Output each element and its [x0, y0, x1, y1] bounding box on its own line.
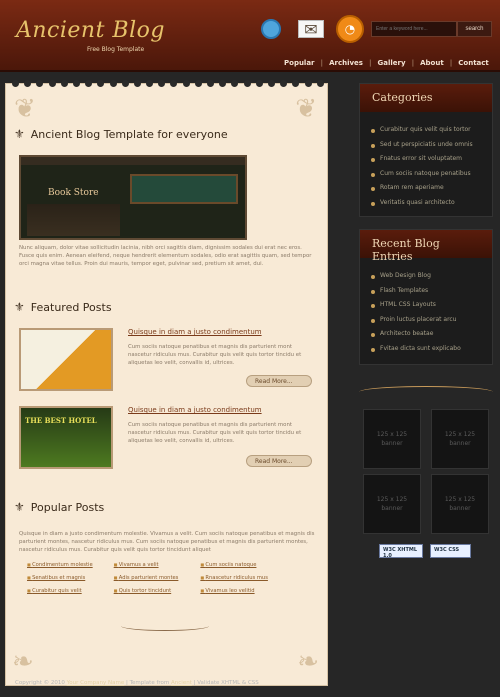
recent-link[interactable]: Proin luctus placerat arcu — [360, 316, 492, 331]
recent-link[interactable]: HTML CSS Layouts — [360, 301, 492, 316]
popular-link[interactable]: Rnascetur ridiculus mus — [200, 575, 287, 581]
popular-link[interactable]: Cum sociis natoque — [200, 562, 287, 568]
fleur-de-lis-icon: ⚜ — [14, 500, 25, 514]
fleur-de-lis-icon: ⚜ — [14, 127, 25, 141]
post-thumbnail[interactable] — [19, 328, 113, 391]
popular-link[interactable]: Curabitur quis velit — [27, 588, 114, 594]
company-link[interactable]: Your Company Name — [67, 680, 125, 686]
recent-link[interactable]: Flash Templates — [360, 287, 492, 302]
category-link[interactable]: Rotam rem aperiame — [360, 184, 492, 199]
post-title[interactable]: Quisque in diam a justo condimentum — [128, 406, 262, 414]
rss-icon[interactable]: ◔ — [336, 15, 364, 43]
recent-title: Recent Blog Entries — [360, 230, 492, 263]
ornament-icon: ❧ — [12, 647, 34, 677]
recent-link[interactable]: Fvitae dicta sunt explicabo — [360, 345, 492, 360]
main-heading: ⚜ Ancient Blog Template for everyone — [14, 127, 228, 141]
paper-holes — [12, 80, 324, 88]
popular-link[interactable]: Senatibus et magnis — [27, 575, 114, 581]
shelf-shape — [27, 204, 120, 236]
post-excerpt: Cum sociis natoque penatibus et magnis d… — [128, 422, 302, 444]
store-label: Book Store — [48, 188, 99, 198]
mail-icon[interactable]: ✉ — [298, 20, 324, 39]
post-excerpt: Cum sociis natoque penatibus et magnis d… — [128, 344, 302, 366]
twitter-bird-icon[interactable] — [256, 15, 286, 43]
popular-link[interactable]: Adis parturient montes — [114, 575, 201, 581]
popular-links: Condimentum molestie Senatibus et magnis C… — [27, 562, 287, 601]
tagline: Free Blog Template — [87, 46, 145, 53]
main-nav: Popular | Archives | Gallery | About | Conta… — [278, 57, 500, 69]
template-link[interactable]: Ancient — [171, 680, 192, 686]
popular-heading: ⚜ Popular Posts — [14, 500, 105, 514]
read-more-button[interactable]: Read More... — [246, 455, 312, 467]
ornament-icon: ❦ — [295, 94, 317, 124]
category-link[interactable]: Cum sociis natoque penatibus — [360, 170, 492, 185]
xhtml-badge[interactable]: W3C XHTML 1.0 — [379, 544, 423, 559]
fleur-de-lis-icon: ⚜ — [14, 300, 25, 314]
recent-link[interactable]: Web Design Blog — [360, 272, 492, 287]
search-button[interactable]: search — [457, 21, 492, 37]
categories-title: Categories — [360, 84, 492, 112]
popular-paragraph: Quisque in diam a justo condimentum mole… — [19, 531, 315, 553]
nav-gallery[interactable]: Gallery — [372, 59, 412, 67]
sidebar-divider — [359, 386, 493, 398]
thumb-text: THE BEST HOTEL — [25, 416, 97, 425]
bookstore-image: Book Store — [19, 155, 247, 240]
popular-link[interactable]: Condimentum molestie — [27, 562, 114, 568]
nav-contact[interactable]: Contact — [452, 59, 495, 67]
recent-box: Recent Blog Entries Web Design Blog Flas… — [359, 229, 493, 365]
ad-banner[interactable]: 125 x 125 banner — [431, 409, 489, 469]
css-badge[interactable]: W3C CSS — [430, 544, 471, 558]
category-link[interactable]: Sed ut perspiciatis unde omnis — [360, 141, 492, 156]
category-link[interactable]: Veritatis quasi architecto — [360, 199, 492, 214]
recent-link[interactable]: Architecto beatae — [360, 330, 492, 345]
category-link[interactable]: Fnatus error sit voluptatem — [360, 155, 492, 170]
ad-banner[interactable]: 125 x 125 banner — [363, 474, 421, 534]
flourish-divider — [121, 621, 209, 631]
nav-archives[interactable]: Archives — [323, 59, 369, 67]
intro-paragraph: Nunc aliquam, dolor vitae sollicitudin l… — [19, 245, 312, 267]
popular-link[interactable]: Vivamus leo velitid — [200, 588, 287, 594]
popular-link[interactable]: Quis tortor tincidunt — [114, 588, 201, 594]
featured-heading: ⚜ Featured Posts — [14, 300, 112, 314]
post-thumbnail[interactable]: THE BEST HOTEL — [19, 406, 113, 469]
header: Ancient Blog Free Blog Template ✉ ◔ sear… — [0, 0, 500, 72]
ornament-icon: ❧ — [297, 647, 319, 677]
ornament-icon: ❦ — [14, 94, 36, 124]
footer: Copyright © 2010 Your Company Name | Tem… — [15, 680, 259, 686]
search-input[interactable] — [371, 21, 457, 37]
ad-banner[interactable]: 125 x 125 banner — [431, 474, 489, 534]
category-link[interactable]: Curabitur quis velit quis tortor — [360, 126, 492, 141]
popular-link[interactable]: Vivamus a velit — [114, 562, 201, 568]
ad-banner[interactable]: 125 x 125 banner — [363, 409, 421, 469]
nav-about[interactable]: About — [414, 59, 450, 67]
read-more-button[interactable]: Read More... — [246, 375, 312, 387]
chalkboard-shape — [130, 174, 238, 204]
post-title[interactable]: Quisque in diam a justo condimentum — [128, 328, 262, 336]
nav-popular[interactable]: Popular — [278, 59, 321, 67]
logo[interactable]: Ancient Blog — [16, 18, 165, 43]
categories-box: Categories Curabitur quis velit quis tor… — [359, 83, 493, 217]
